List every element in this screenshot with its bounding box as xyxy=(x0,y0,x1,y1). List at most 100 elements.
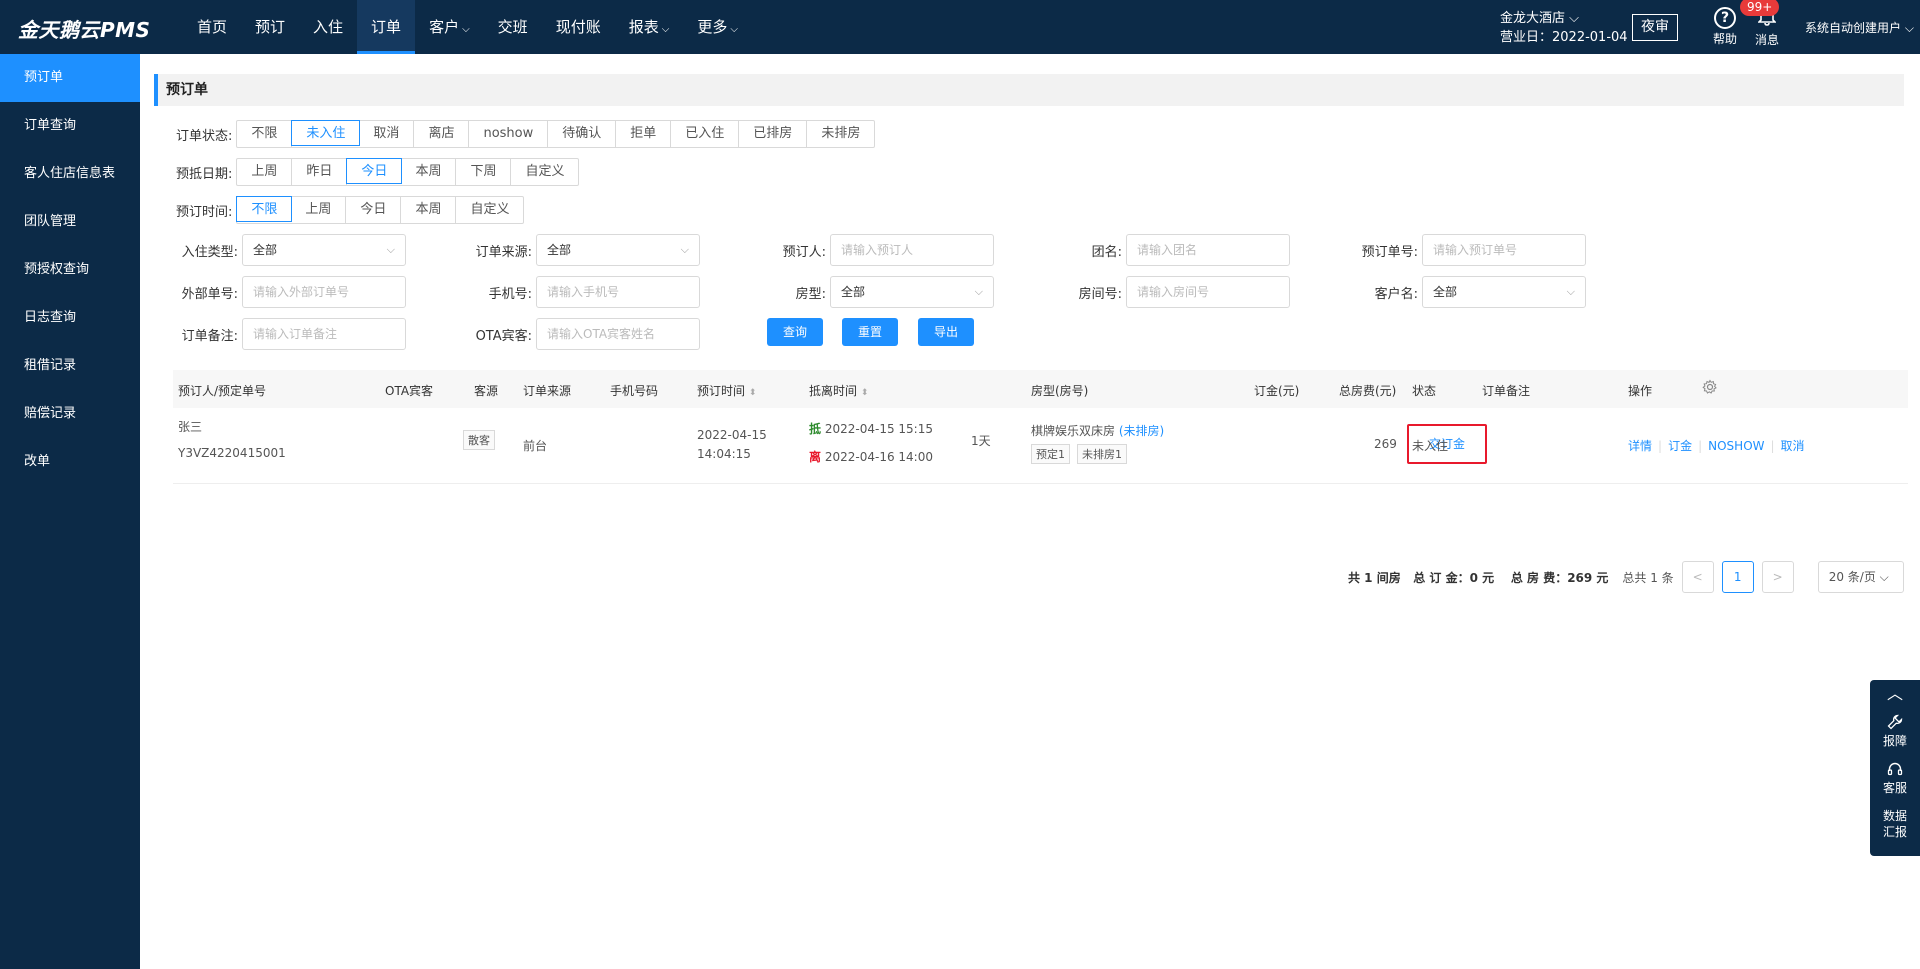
arrival-option-this-week[interactable]: 本周 xyxy=(401,159,457,185)
nav-label: 报表 xyxy=(628,18,659,36)
status-option-checked-in[interactable]: 已入住 xyxy=(671,121,740,147)
chevron-down-icon: ⌵ xyxy=(462,24,470,35)
order-status-label: 订单状态: xyxy=(176,128,233,144)
external-no-label: 外部单号: xyxy=(181,286,238,302)
phone-field: 手机号: 请输入手机号 xyxy=(468,276,700,308)
chevron-down-icon: ⌵ xyxy=(680,243,689,256)
nav-cash[interactable]: 现付账 xyxy=(542,0,615,54)
nav-checkin[interactable]: 入住 xyxy=(299,0,357,54)
status-option-pending[interactable]: 待确认 xyxy=(548,121,617,147)
external-no-field: 外部单号: 请输入外部订单号 xyxy=(176,276,406,308)
user-menu[interactable]: 系统自动创建用户 ⌵ xyxy=(1805,19,1914,36)
nav-more[interactable]: 更多 ⌵ xyxy=(683,0,752,54)
arrival-option-custom[interactable]: 自定义 xyxy=(511,159,578,185)
sidebar-item-log-query[interactable]: 日志查询 xyxy=(0,294,140,342)
night-audit-button[interactable]: 夜审 xyxy=(1632,14,1678,41)
deposit-link[interactable]: 订金 xyxy=(1668,439,1692,453)
sidebar-item-booking-orders[interactable]: 预订单 xyxy=(0,54,140,102)
customer-service-button[interactable]: 客服 xyxy=(1870,755,1920,802)
status-option-any[interactable]: 不限 xyxy=(237,121,293,147)
booker-label: 预订人: xyxy=(782,244,826,260)
cancel-link[interactable]: 取消 xyxy=(1781,439,1805,453)
status-option-unassigned[interactable]: 未排房 xyxy=(807,121,874,147)
reset-button[interactable]: 重置 xyxy=(842,318,898,346)
page-1-button[interactable]: 1 xyxy=(1721,561,1754,593)
room-status-link[interactable]: (未排房) xyxy=(1119,424,1164,438)
query-button[interactable]: 查询 xyxy=(767,318,823,346)
sidebar-item-rental-records[interactable]: 租借记录 xyxy=(0,342,140,390)
checkin-type-select[interactable]: 全部 ⌵ xyxy=(242,234,406,266)
top-bar: 金天鹅云PMS 首页 预订 入住 订单 客户 ⌵ 交班 现付账 报表 ⌵ 更多 ⌵ 金… xyxy=(0,0,1920,54)
ota-guest-input[interactable]: 请输入OTA宾客姓名 xyxy=(536,318,700,350)
status-option-rejected[interactable]: 拒单 xyxy=(616,121,672,147)
next-page-button[interactable]: > xyxy=(1761,561,1794,593)
order-no-input[interactable]: 请输入预订单号 xyxy=(1422,234,1586,266)
nav-label: 首页 xyxy=(197,18,228,36)
status-option-noshow[interactable]: noshow xyxy=(469,121,549,147)
export-button[interactable]: 导出 xyxy=(918,318,974,346)
sidebar-item-modify-order[interactable]: 改单 xyxy=(0,438,140,486)
room-no-input[interactable]: 请输入房间号 xyxy=(1126,276,1290,308)
col-stay-time[interactable]: 抵离时间 ⬍ xyxy=(809,382,868,399)
nav-shift[interactable]: 交班 xyxy=(484,0,542,54)
booking-option-any[interactable]: 不限 xyxy=(236,196,293,222)
report-issue-button[interactable]: 报障 xyxy=(1870,708,1920,755)
nav-home[interactable]: 首页 xyxy=(183,0,241,54)
table-row[interactable]: 张三 Y3VZ4220415001 散客 前台 2022-04-15 14:04… xyxy=(173,408,1908,484)
room-type-name: 棋牌娱乐双床房 xyxy=(1031,424,1116,438)
arrive-tag: 抵 xyxy=(809,422,822,436)
nav-customers[interactable]: 客户 ⌵ xyxy=(415,0,484,54)
external-no-input[interactable]: 请输入外部订单号 xyxy=(242,276,406,308)
status-option-checked-out[interactable]: 离店 xyxy=(414,121,470,147)
arrival-option-last-week[interactable]: 上周 xyxy=(237,159,293,185)
arrival-option-today[interactable]: 今日 xyxy=(346,158,403,184)
sidebar-item-compensation-records[interactable]: 赔偿记录 xyxy=(0,390,140,438)
booker-name: 张三 xyxy=(178,420,203,434)
booking-option-today[interactable]: 今日 xyxy=(346,197,402,223)
customer-select[interactable]: 全部 ⌵ xyxy=(1422,276,1586,308)
table-header: 预订人/预定单号 OTA宾客 客源 订单来源 手机号码 预订时间 ⬍ 抵离时间 … xyxy=(173,370,1908,408)
sidebar-item-group-mgmt[interactable]: 团队管理 xyxy=(0,198,140,246)
col-action: 操作 xyxy=(1628,384,1653,398)
hotel-selector[interactable]: 金龙大酒店 ⌵ 营业日：2022-01-04 xyxy=(1500,9,1628,47)
col-room: 房型(房号) xyxy=(1031,384,1089,398)
column-settings-gear-icon[interactable] xyxy=(1702,379,1718,398)
col-booker: 预订人/预定单号 xyxy=(178,384,267,398)
collapse-up-button[interactable]: ︿ xyxy=(1870,680,1920,708)
booking-option-custom[interactable]: 自定义 xyxy=(456,197,523,223)
nav-label: 现付账 xyxy=(555,18,601,36)
booker-input[interactable]: 请输入预订人 xyxy=(830,234,994,266)
booking-option-this-week[interactable]: 本周 xyxy=(401,197,457,223)
nav-reports[interactable]: 报表 ⌵ xyxy=(615,0,684,54)
sidebar-item-order-query[interactable]: 订单查询 xyxy=(0,102,140,150)
detail-link[interactable]: 详情 xyxy=(1628,439,1652,453)
col-booking-time[interactable]: 预订时间 ⬍ xyxy=(697,382,756,399)
data-report-button[interactable]: 数据 汇报 xyxy=(1870,802,1920,846)
order-source-select[interactable]: 全部 ⌵ xyxy=(536,234,700,266)
sidebar-item-preauth-query[interactable]: 预授权查询 xyxy=(0,246,140,294)
status-option-cancelled[interactable]: 取消 xyxy=(359,121,415,147)
prev-page-button[interactable]: < xyxy=(1681,561,1714,593)
sidebar-item-guest-info[interactable]: 客人住店信息表 xyxy=(0,150,140,198)
order-no-field: 预订单号: 请输入预订单号 xyxy=(1352,234,1586,266)
arrival-option-next-week[interactable]: 下周 xyxy=(456,159,512,185)
room-type-select[interactable]: 全部 ⌵ xyxy=(830,276,994,308)
arrival-option-yesterday[interactable]: 昨日 xyxy=(292,159,348,185)
row-actions: 详情 | 订金 | NOSHOW | 取消 xyxy=(1628,437,1805,454)
status-option-assigned[interactable]: 已排房 xyxy=(739,121,808,147)
nav-orders[interactable]: 订单 xyxy=(357,0,416,54)
page-title: 预订单 xyxy=(154,74,1904,106)
app-logo[interactable]: 金天鹅云PMS xyxy=(18,14,150,43)
remark-input[interactable]: 请输入订单备注 xyxy=(242,318,406,350)
status-option-not-checked-in[interactable]: 未入住 xyxy=(291,120,361,146)
group-field: 团名: 请输入团名 xyxy=(1062,234,1290,266)
help-button[interactable]: ? 帮助 xyxy=(1707,6,1743,47)
nav-booking[interactable]: 预订 xyxy=(241,0,299,54)
arrival-datetime: 抵 2022-04-15 15:15 xyxy=(809,420,933,437)
source-tag: 散客 xyxy=(463,430,495,450)
noshow-link[interactable]: NOSHOW xyxy=(1708,439,1764,453)
page-size-select[interactable]: 20 条/页 ⌵ xyxy=(1817,561,1904,593)
booking-option-last-week[interactable]: 上周 xyxy=(291,197,347,223)
phone-input[interactable]: 请输入手机号 xyxy=(536,276,700,308)
group-input[interactable]: 请输入团名 xyxy=(1126,234,1290,266)
